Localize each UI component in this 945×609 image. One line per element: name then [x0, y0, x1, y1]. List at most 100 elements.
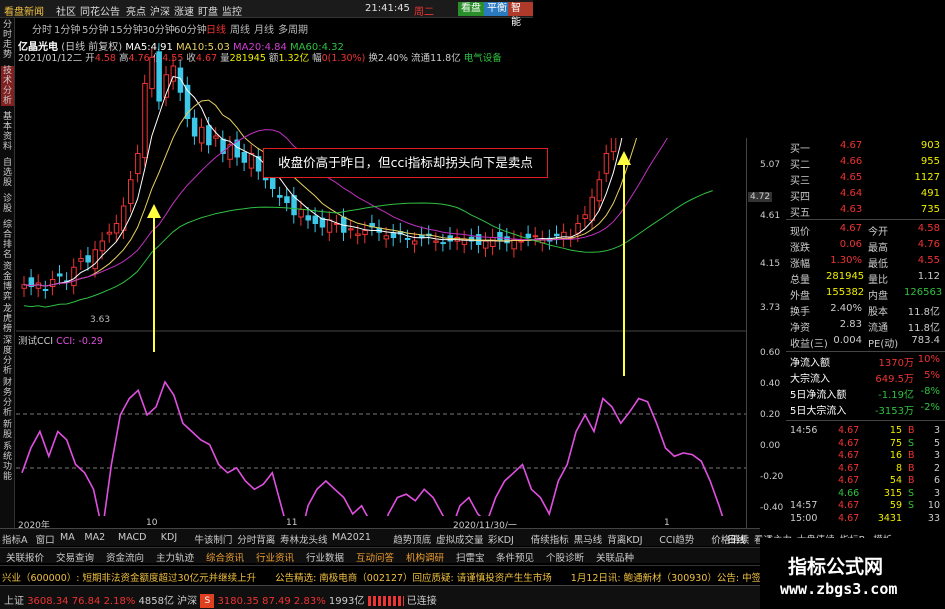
pingheng-button[interactable]: 平衡: [484, 2, 510, 16]
function-tab[interactable]: 关联品种: [596, 550, 634, 564]
function-tab[interactable]: 主力轨迹: [156, 550, 194, 564]
zhineng-button[interactable]: 智能: [508, 2, 533, 28]
candle-body: [440, 242, 446, 245]
ltab-finance[interactable]: 财务分析: [1, 378, 14, 418]
period-fenshi[interactable]: 分时: [32, 21, 52, 36]
indicator-tab[interactable]: MA: [60, 532, 75, 543]
low-price-marker: 3.63: [90, 315, 111, 325]
ltab-tech[interactable]: 技术分析: [1, 66, 14, 106]
function-tab[interactable]: 综合资讯: [206, 550, 244, 564]
x-label-2: 10: [146, 518, 158, 528]
indicator-tab[interactable]: 趋势顶底: [393, 532, 431, 546]
indicator-tab[interactable]: CCI趋势: [659, 532, 694, 546]
kanpan-button[interactable]: 看盘: [458, 2, 484, 16]
period-15min[interactable]: 15分钟: [110, 21, 143, 36]
function-tab[interactable]: 资金流向: [106, 550, 144, 564]
indicator-tab[interactable]: MA2021: [332, 532, 371, 543]
candle-body: [326, 219, 333, 233]
function-tab[interactable]: 个股诊断: [546, 550, 584, 564]
cci-tick-4: 0.00: [760, 441, 781, 451]
function-tab[interactable]: 条件预见: [496, 550, 534, 564]
indicator-tab[interactable]: 寿林龙头线: [280, 532, 328, 546]
indicator-tab[interactable]: MA2: [84, 532, 105, 543]
period-60min[interactable]: 60分钟: [174, 21, 207, 36]
orderbook-price[interactable]: 4.63: [840, 204, 862, 215]
candle-body: [582, 214, 588, 220]
indicator-tab[interactable]: 黑马线: [574, 532, 603, 546]
news-text[interactable]: 兴业（600000）: 短期非法资金额度超过30亿元并继续上升 公告精选: 南极…: [2, 570, 808, 584]
stat-label: 内盘: [868, 291, 888, 302]
indicator-tab[interactable]: 背离KDJ: [607, 532, 642, 546]
indicator-tab[interactable]: 指标A: [2, 532, 28, 546]
menu-item-zhangsu[interactable]: 涨速: [174, 3, 194, 18]
candle-body: [92, 249, 98, 270]
indicator-tab[interactable]: 窗口: [36, 532, 55, 546]
sogou-icon[interactable]: S: [200, 594, 215, 608]
period-daily[interactable]: 日线: [206, 21, 226, 36]
tick-count: 10: [927, 500, 940, 511]
cci-line: [21, 380, 724, 516]
period-monthly[interactable]: 月线: [254, 21, 274, 36]
indicator-tab[interactable]: 虚拟成交量: [436, 532, 484, 546]
function-tab[interactable]: 关联报价: [6, 550, 44, 564]
candle-body: [355, 233, 361, 237]
tick-time: 14:57: [790, 500, 818, 511]
ltab-system[interactable]: 系统功能: [1, 442, 14, 482]
period-weekly[interactable]: 周线: [230, 21, 250, 36]
stat-value: 11.8亿: [907, 323, 940, 334]
tick-price: 4.67: [838, 437, 860, 449]
orderbook-price[interactable]: 4.66: [840, 156, 862, 167]
period-30min[interactable]: 30分钟: [142, 21, 175, 36]
tick-volume: 75: [889, 437, 902, 449]
orderbook-price[interactable]: 4.67: [840, 140, 862, 151]
ltab-zhengu[interactable]: 诊股: [1, 194, 14, 214]
right-tab-daily[interactable]: 日线: [727, 532, 746, 546]
stat-label: 流通: [868, 323, 888, 334]
ltab-fenshi[interactable]: 分时走势: [1, 20, 14, 60]
ltab-zixuan[interactable]: 自选股: [1, 158, 14, 188]
candle-body: [42, 288, 49, 291]
function-tab[interactable]: 机构调研: [406, 550, 444, 564]
candle-body: [490, 237, 496, 247]
ltab-longhu[interactable]: 龙虎榜: [1, 304, 14, 334]
menu-item-announcements[interactable]: 同花公告: [80, 3, 120, 18]
menu-item-dingpan[interactable]: 盯盘: [198, 3, 218, 18]
ltab-deep[interactable]: 深度分析: [1, 336, 14, 376]
menu-item-hushen[interactable]: 沪深: [150, 3, 170, 18]
flow-label: 净流入额: [790, 358, 830, 369]
function-tab[interactable]: 扫雷宝: [456, 550, 485, 564]
menu-item-community[interactable]: 社区: [56, 3, 76, 18]
candle-body: [596, 179, 603, 202]
tick-volume: 315: [883, 487, 902, 499]
tick-price: 4.67: [838, 462, 860, 474]
ltab-funds[interactable]: 资金博弈: [1, 262, 14, 302]
indicator-tab[interactable]: 倩续指标: [531, 532, 569, 546]
candle-body: [518, 240, 524, 243]
indicator-tab[interactable]: MACD: [118, 532, 146, 543]
function-tab[interactable]: 互动问答: [356, 550, 394, 564]
indicator-tab[interactable]: KDJ: [161, 532, 177, 543]
tick-side: B: [908, 475, 915, 486]
period-5min[interactable]: 5分钟: [82, 21, 108, 36]
ltab-rank[interactable]: 综合排名: [1, 220, 14, 260]
period-multi[interactable]: 多周期: [278, 21, 308, 36]
orderbook-price[interactable]: 4.64: [840, 188, 862, 199]
menu-item-highlights[interactable]: 亮点: [126, 3, 146, 18]
tick-time: 15:00: [790, 512, 818, 524]
stat-label: PE(动): [868, 339, 899, 350]
menu-item-monitor[interactable]: 监控: [222, 3, 242, 18]
ltab-ipo[interactable]: 新股: [1, 420, 14, 440]
orderbook-price[interactable]: 4.65: [840, 172, 862, 183]
indicator-tab[interactable]: 彩KDJ: [488, 532, 514, 546]
indicator-tab[interactable]: 牛该制门: [194, 532, 232, 546]
period-1min[interactable]: 1分钟: [54, 21, 80, 36]
ltab-basic[interactable]: 基本资料: [1, 112, 14, 152]
sz-amount: 1993亿: [328, 596, 365, 607]
function-tab[interactable]: 交易查询: [56, 550, 94, 564]
function-tab[interactable]: 行业资讯: [256, 550, 294, 564]
brand-logo[interactable]: 看盘新闻: [4, 3, 44, 18]
function-tab[interactable]: 行业数据: [306, 550, 344, 564]
stat-value: 4.67: [839, 223, 862, 234]
tick-side: B: [908, 425, 915, 436]
indicator-tab[interactable]: 分时背离: [237, 532, 275, 546]
